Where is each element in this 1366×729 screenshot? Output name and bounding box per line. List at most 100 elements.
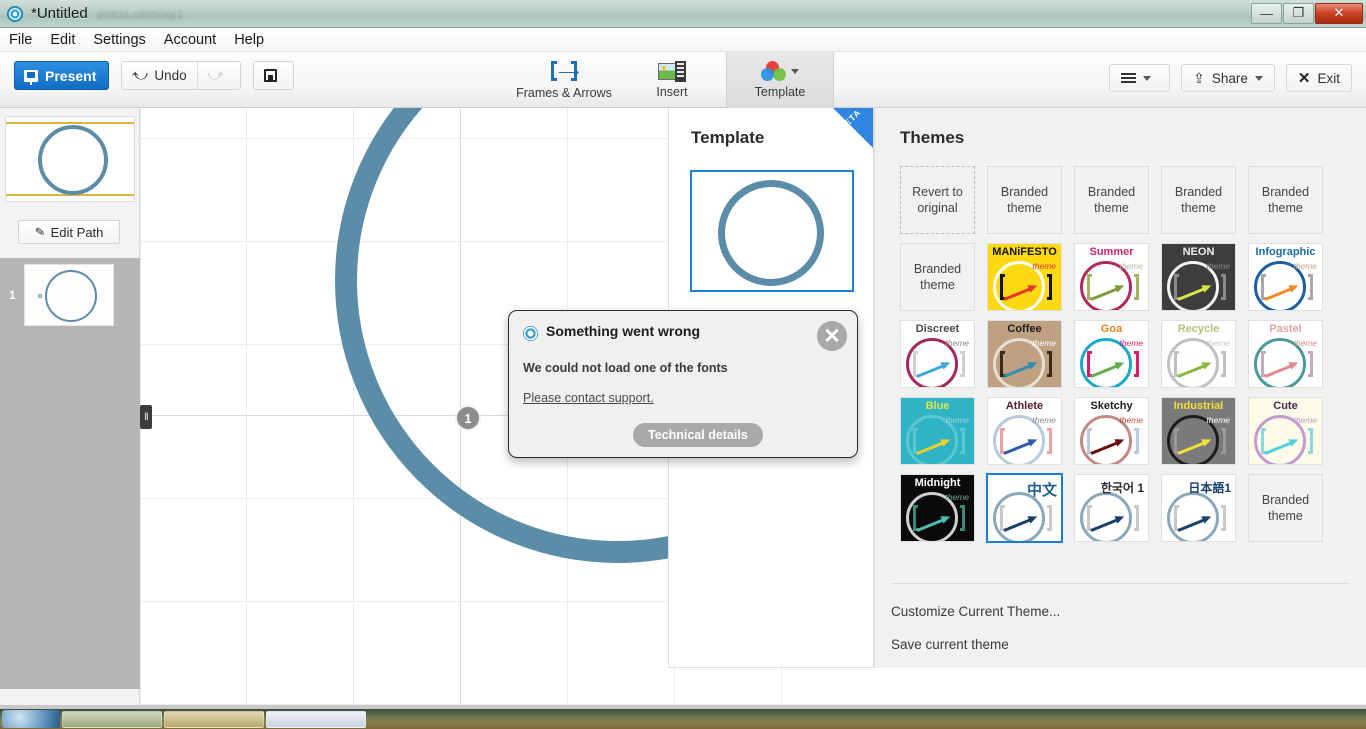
edit-path-button[interactable]: ✎ Edit Path (18, 220, 120, 244)
slide-list: 1 (0, 258, 140, 689)
slide-number: 1 (9, 288, 16, 302)
undo-button[interactable]: ⤻ Undo (122, 62, 198, 89)
theme-tile--1[interactable]: 日本語1 (1161, 474, 1236, 542)
theme-bracket-right-icon (1221, 274, 1226, 300)
start-button[interactable] (2, 710, 60, 728)
undo-redo-group: ⤻ Undo ⤻ (121, 61, 241, 90)
menu-item-file[interactable]: File (0, 30, 41, 50)
customize-current-theme-link[interactable]: Customize Current Theme... (891, 604, 1350, 619)
taskbar-button[interactable] (62, 710, 162, 728)
menu-item-edit[interactable]: Edit (41, 30, 84, 50)
insert-label: Insert (656, 85, 688, 99)
theme-tile-label: Branded theme (913, 261, 962, 292)
theme-tile-blue[interactable]: Blue theme (900, 397, 975, 465)
template-colors-icon (761, 61, 787, 82)
save-button[interactable] (253, 62, 293, 89)
template-label: Template (754, 85, 806, 99)
save-current-theme-link[interactable]: Save current theme (891, 637, 1350, 652)
theme-tile-subtitle: theme (1119, 415, 1143, 425)
theme-tile-industrial[interactable]: Industrial theme (1161, 397, 1236, 465)
slide-thumbnail[interactable] (24, 264, 114, 326)
theme-bracket-right-icon (1047, 428, 1052, 454)
toolbar-right-group: ⇪ Share ✕ Exit (1109, 64, 1352, 92)
overflow-menu-button[interactable] (1109, 64, 1171, 92)
theme-bracket-left-icon (1261, 351, 1266, 377)
theme-tile-name: Sketchy (1090, 401, 1133, 412)
theme-tile-branded[interactable]: Branded theme (900, 243, 975, 311)
maximize-button[interactable]: ❐ (1283, 2, 1314, 24)
theme-bracket-left-icon (1261, 274, 1266, 300)
taskbar-button[interactable] (164, 710, 264, 728)
taskbar-button[interactable] (266, 710, 366, 728)
frames-and-arrows-button[interactable]: ⟶ Frames & Arrows (510, 52, 618, 108)
present-button[interactable]: Present (14, 61, 110, 90)
theme-tile-branded[interactable]: Branded theme (987, 166, 1062, 234)
theme-tile-cute[interactable]: Cute theme (1248, 397, 1323, 465)
theme-bracket-right-icon (1308, 274, 1313, 300)
technical-details-button[interactable]: Technical details (633, 423, 763, 447)
insert-button[interactable]: Insert (618, 52, 726, 108)
theme-tile-neon[interactable]: NEON theme (1161, 243, 1236, 311)
theme-bracket-left-icon (1087, 428, 1092, 454)
themes-panel: Themes Revert to original Branded theme Br… (874, 108, 1366, 668)
overview-thumbnail[interactable] (5, 116, 135, 202)
redo-button[interactable]: ⤻ (197, 62, 240, 89)
theme-tile-subtitle: theme (1293, 338, 1317, 348)
path-step-marker-1[interactable]: 1 (455, 405, 481, 431)
theme-tile-name: Summer (1089, 247, 1134, 258)
theme-tile-label: Branded theme (1261, 184, 1310, 215)
template-preview-thumbnail[interactable] (690, 170, 854, 292)
theme-tile-name: 한국어 1 (1100, 481, 1144, 495)
frames-and-arrows-label: Frames & Arrows (516, 85, 612, 100)
canvas-pan-handle[interactable]: ‖ (140, 405, 152, 429)
close-window-button[interactable]: ✕ (1315, 2, 1363, 24)
theme-tile-manifesto[interactable]: MANiFESTO theme (987, 243, 1062, 311)
exit-button-label: Exit (1317, 70, 1340, 86)
themes-panel-title: Themes (900, 128, 965, 147)
theme-tile-branded[interactable]: Branded theme (1248, 474, 1323, 542)
theme-tile-subtitle: theme (1206, 261, 1230, 271)
theme-tile-discreet[interactable]: Discreet theme (900, 320, 975, 388)
theme-tile--[interactable]: 中文 (986, 473, 1063, 543)
template-button[interactable]: Template (726, 52, 834, 108)
theme-tile-goa[interactable]: Goa theme (1074, 320, 1149, 388)
menu-item-account[interactable]: Account (155, 30, 225, 50)
share-icon: ⇪ (1193, 69, 1205, 86)
theme-tile-subtitle: theme (1119, 338, 1143, 348)
theme-tile-athlete[interactable]: Athlete theme (987, 397, 1062, 465)
theme-tile-pastel[interactable]: Pastel theme (1248, 320, 1323, 388)
frames-and-arrows-icon: ⟶ (551, 60, 580, 83)
hamburger-menu-icon (1121, 71, 1137, 85)
theme-tile-midnight[interactable]: Midnight theme (900, 474, 975, 542)
present-button-label: Present (45, 67, 97, 84)
share-button[interactable]: ⇪ Share (1181, 64, 1275, 92)
error-dialog-message: We could not load one of the fonts (523, 361, 728, 375)
close-icon[interactable]: ✕ (817, 321, 847, 351)
chevron-down-icon (1143, 75, 1152, 81)
theme-bracket-left-icon (1261, 428, 1266, 454)
theme-tile-subtitle: theme (945, 338, 969, 348)
theme-bracket-right-icon (1308, 428, 1313, 454)
menu-item-settings[interactable]: Settings (84, 30, 154, 50)
exit-button[interactable]: ✕ Exit (1285, 64, 1352, 92)
minimize-button[interactable]: — (1251, 2, 1282, 24)
menu-item-help[interactable]: Help (225, 30, 273, 50)
theme-tile-coffee[interactable]: Coffee theme (987, 320, 1062, 388)
theme-tile-infographic[interactable]: Infographic theme (1248, 243, 1323, 311)
theme-bracket-left-icon (1000, 428, 1005, 454)
error-dialog: Something went wrong ✕ We could not load… (508, 310, 858, 458)
theme-tile-summer[interactable]: Summer theme (1074, 243, 1149, 311)
theme-tile-branded[interactable]: Revert to original (900, 166, 975, 234)
theme-tile-recycle[interactable]: Recycle theme (1161, 320, 1236, 388)
theme-tile-branded[interactable]: Branded theme (1161, 166, 1236, 234)
theme-tile-subtitle: theme (1206, 415, 1230, 425)
theme-bracket-right-icon (1134, 274, 1139, 300)
theme-tile-branded[interactable]: Branded theme (1074, 166, 1149, 234)
present-screen-icon (24, 69, 38, 85)
theme-tile--1[interactable]: 한국어 1 (1074, 474, 1149, 542)
contact-support-link[interactable]: Please contact support. (523, 391, 654, 405)
edit-path-label: Edit Path (50, 224, 104, 240)
list-item[interactable]: 1 (0, 258, 140, 334)
theme-tile-branded[interactable]: Branded theme (1248, 166, 1323, 234)
theme-tile-sketchy[interactable]: Sketchy theme (1074, 397, 1149, 465)
